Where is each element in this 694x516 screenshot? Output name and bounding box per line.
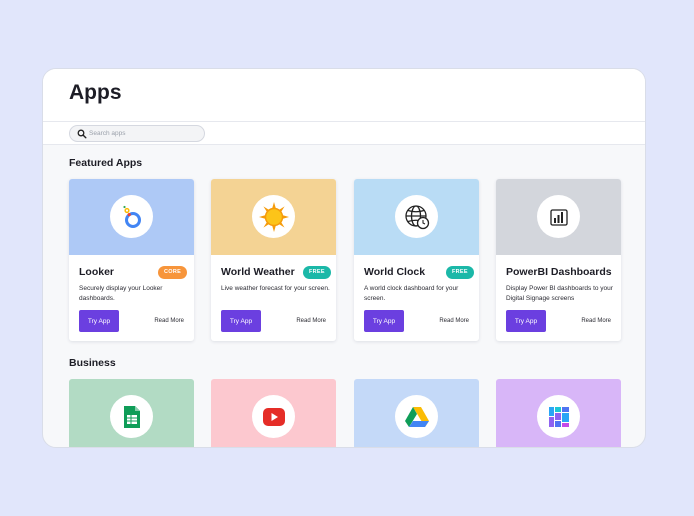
section-title-featured: Featured Apps [69,157,143,169]
card-title: Looker [79,266,115,278]
search-box[interactable] [69,125,205,142]
section-title-business: Business [69,357,116,369]
card-description: Securely display your Looker dashboards. [79,285,163,302]
google-sheets-icon [110,395,153,438]
try-app-button[interactable]: Try App [79,310,119,332]
business-card-sheets[interactable] [69,379,194,447]
header: Apps [43,69,645,121]
powerbi-icon [537,195,580,238]
search-input[interactable] [89,127,199,140]
card-title: World Clock [364,266,426,278]
sun-icon [252,195,295,238]
try-app-button[interactable]: Try App [364,310,404,332]
card-title: World Weather [221,266,295,278]
page-title: Apps [69,81,122,104]
app-window: Apps Featured Apps Looker CORE Securely … [42,68,646,448]
search-icon [77,129,87,139]
status-badge: FREE [303,266,331,279]
card-description: Display Power BI dashboards to your Digi… [506,285,613,302]
status-badge: CORE [158,266,188,279]
business-card-youtube[interactable] [211,379,336,447]
read-more-link[interactable]: Read More [296,318,326,324]
app-card-looker[interactable]: Looker CORE Securely display your Looker… [69,179,194,341]
looker-icon [110,195,153,238]
card-title: PowerBI Dashboards [506,266,612,278]
app-card-world-weather[interactable]: World Weather FREE Live weather forecast… [211,179,336,341]
try-app-button[interactable]: Try App [506,310,546,332]
status-badge: FREE [446,266,474,279]
grid-tiles-icon [537,395,580,438]
try-app-button[interactable]: Try App [221,310,261,332]
read-more-link[interactable]: Read More [154,318,184,324]
youtube-icon [252,395,295,438]
read-more-link[interactable]: Read More [581,318,611,324]
app-card-powerbi[interactable]: PowerBI Dashboards Display Power BI dash… [496,179,621,341]
business-card-tiles[interactable] [496,379,621,447]
read-more-link[interactable]: Read More [439,318,469,324]
app-card-world-clock[interactable]: World Clock FREE A world clock dashboard… [354,179,479,341]
business-card-drive[interactable] [354,379,479,447]
card-description: A world clock dashboard for your screen. [364,285,459,302]
globe-clock-icon [395,195,438,238]
search-bar [43,121,645,145]
card-description: Live weather forecast for your screen. [221,285,330,292]
google-drive-icon [395,395,438,438]
